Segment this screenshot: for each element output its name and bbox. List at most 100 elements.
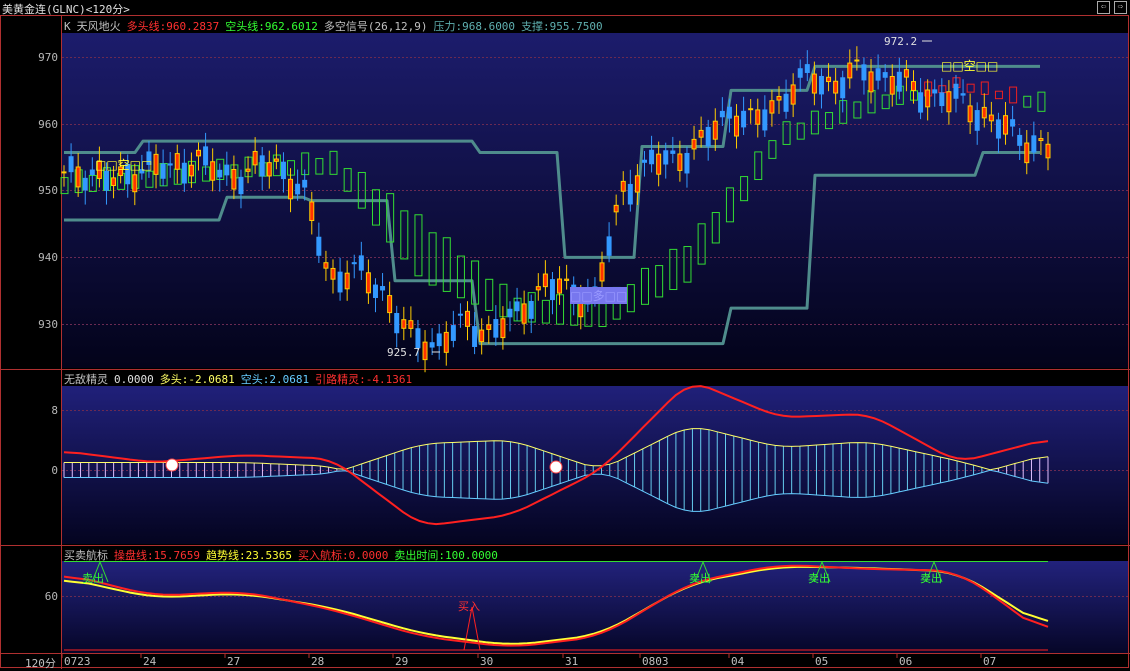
- candle-body: [181, 162, 187, 184]
- x-tick-label: 29: [395, 655, 409, 668]
- candle-body: [861, 64, 867, 81]
- candle-body: [932, 89, 938, 94]
- candle-body: [302, 179, 308, 188]
- long-value: 多头:-2.0681: [159, 373, 235, 386]
- candle-body: [755, 109, 761, 125]
- high-price-label: 972.2: [884, 35, 918, 48]
- candle-body: [620, 180, 626, 192]
- guide-value: 引路精灵:-4.1361: [315, 373, 413, 386]
- candle-body: [677, 153, 683, 171]
- candle-body: [840, 77, 846, 99]
- candle-body: [960, 93, 966, 96]
- candle-body: [670, 150, 676, 154]
- candle-body: [380, 286, 386, 291]
- candle-body: [224, 164, 230, 176]
- candle-body: [309, 201, 315, 222]
- candle-body: [408, 320, 414, 329]
- candle-body: [167, 163, 173, 166]
- candle-body: [266, 162, 272, 177]
- candle-body: [649, 149, 655, 165]
- candle-body: [132, 174, 138, 193]
- chart-svg: [0, 15, 1130, 669]
- short-signal-box-right: □□空□□: [941, 59, 999, 73]
- y-tick-950: 950: [38, 184, 58, 197]
- x-tick-label: 06: [899, 655, 913, 668]
- candle-body: [450, 325, 456, 341]
- x-tick-label: 0803: [642, 655, 669, 668]
- candle-body: [1024, 142, 1030, 164]
- candle-body: [535, 286, 541, 291]
- y-tick-960: 960: [38, 118, 58, 131]
- candle-body: [549, 279, 555, 301]
- bottom-panel-header: 买卖航标 操盘线:15.7659 趋势线:23.5365 买入航标:0.0000 卖出时…: [64, 547, 504, 563]
- y-tick-970: 970: [38, 51, 58, 64]
- candle-body: [394, 313, 400, 334]
- long-line-value: 多头线:960.2837: [126, 20, 220, 33]
- indicator-name: 天风地火: [76, 20, 121, 33]
- sell-signal-label-3: 卖出: [808, 572, 830, 585]
- x-tick-label: 28: [311, 655, 325, 668]
- candle-body: [910, 81, 916, 91]
- candle-body: [684, 152, 690, 174]
- candle-body: [323, 262, 329, 269]
- candle-body: [748, 108, 754, 111]
- x-tick-label: 30: [480, 655, 494, 668]
- bottom-panel-bg: [62, 561, 1128, 653]
- candle-body: [358, 255, 364, 271]
- candle-body: [769, 100, 775, 114]
- candle-body: [514, 301, 520, 312]
- candle-body: [776, 96, 782, 101]
- candle-body: [833, 80, 839, 94]
- main-panel-header: K 天风地火 多头线:960.2837 空头线:962.6012 多空信号(26,12,…: [64, 18, 609, 34]
- sell-signal-label-2: 卖出: [689, 572, 711, 585]
- candle-body: [946, 91, 952, 113]
- candle-body: [443, 331, 449, 353]
- long-signal-box: □□多□□: [570, 287, 628, 304]
- trend-line-value: 趋势线:23.5365: [205, 549, 292, 562]
- candle-body: [868, 71, 874, 93]
- candle-body: [203, 146, 209, 166]
- mid-indicator-name: 无敌精灵: [64, 373, 108, 386]
- candle-body: [1003, 115, 1009, 135]
- short-line-value: 空头线:962.6012: [225, 20, 318, 33]
- candle-body: [372, 284, 378, 298]
- candle-body: [493, 319, 499, 338]
- candle-body: [245, 168, 251, 172]
- candle-body: [826, 76, 832, 83]
- candle-body: [401, 319, 407, 329]
- signal-params: 多空信号(26,12,9): [323, 20, 428, 33]
- candle-body: [918, 92, 924, 113]
- mid-y-tick-0: 0: [51, 464, 58, 477]
- candle-body: [472, 326, 478, 347]
- candle-body: [61, 171, 67, 174]
- pressure-value: 压力:968.6000: [433, 20, 516, 33]
- k-label: K: [64, 20, 71, 33]
- candle-body: [479, 329, 485, 343]
- x-tick-label: 31: [565, 655, 579, 668]
- candle-body: [818, 75, 824, 95]
- candle-body: [82, 177, 88, 191]
- mid-value: 0.0000: [114, 373, 154, 386]
- buy-signal-label: 买入: [458, 600, 480, 613]
- short-value: 空头:2.0681: [240, 373, 310, 386]
- candle-body: [797, 68, 803, 78]
- candle-body: [528, 300, 534, 319]
- candle-body: [613, 204, 619, 213]
- candle-body: [351, 262, 357, 265]
- short-signal-box-left: □□空□□: [95, 158, 153, 172]
- main-panel-bg: [62, 33, 1128, 368]
- candle-body: [691, 138, 697, 150]
- y-tick-930: 930: [38, 318, 58, 331]
- candle-body: [344, 272, 350, 290]
- candle-body: [925, 89, 931, 108]
- candle-body: [111, 177, 117, 187]
- candle-body: [783, 93, 789, 112]
- candle-body: [280, 161, 286, 180]
- candle-body: [981, 106, 987, 119]
- candle-body: [457, 313, 463, 316]
- candle-body: [521, 303, 527, 324]
- x-tick-label: 27: [227, 655, 241, 668]
- candle-body: [507, 308, 513, 318]
- sell-signal-label-1: 卖出: [82, 572, 104, 585]
- candle-body: [415, 328, 421, 349]
